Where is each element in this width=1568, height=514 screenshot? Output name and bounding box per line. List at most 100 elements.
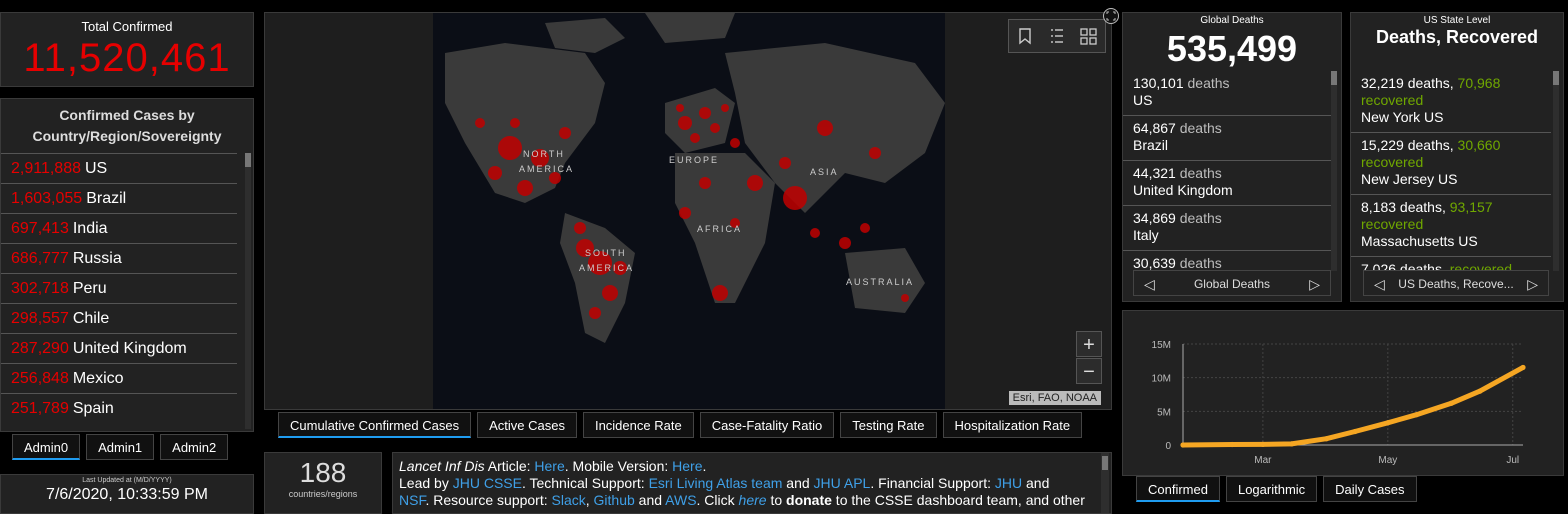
global-deaths-value: 535,499 (1166, 28, 1298, 69)
list-item[interactable]: 32,219 deaths, 70,968 recovered New York U… (1351, 71, 1551, 133)
chevron-left-icon[interactable]: ◁ (1144, 271, 1155, 297)
y-tick-label: 10M (1152, 374, 1171, 385)
data-point (1520, 364, 1526, 371)
map-label-na2: AMERICA (519, 164, 575, 174)
us-deaths-label: US State Level (1423, 15, 1491, 26)
list-item[interactable]: 130,101 deaths US (1123, 71, 1331, 116)
zoom-out-button[interactable]: − (1076, 358, 1102, 384)
tab-case-fatality-ratio[interactable]: Case-Fatality Ratio (699, 412, 835, 438)
us-deaths-panel: US State Level Deaths, Recovered 32,219 … (1350, 12, 1564, 302)
info-scrollbar[interactable] (1101, 453, 1109, 513)
nsf-link[interactable]: NSF (399, 492, 425, 508)
mobile-version-link[interactable]: Here (672, 458, 702, 474)
country-list-scrollbar[interactable] (245, 153, 251, 429)
jhu-apl-link[interactable]: JHU APL (814, 475, 871, 491)
list-item[interactable]: 34,869 deaths Italy (1123, 206, 1331, 251)
tab-active-cases[interactable]: Active Cases (477, 412, 577, 438)
tab-confirmed[interactable]: Confirmed (1136, 476, 1220, 502)
tab-daily-cases[interactable]: Daily Cases (1323, 476, 1417, 502)
global-deaths-pager-label: Global Deaths (1193, 277, 1271, 291)
list-item[interactable]: 256,848 Mexico (1, 363, 237, 393)
chevron-right-icon[interactable]: ▷ (1527, 271, 1538, 297)
zoom-in-button[interactable]: + (1076, 331, 1102, 357)
tab-hospitalization-rate[interactable]: Hospitalization Rate (942, 412, 1083, 438)
world-map[interactable]: NORTH AMERICA EUROPE ASIA AFRICA SOUTH A… (264, 12, 1112, 410)
list-item[interactable]: 298,557 Chile (1, 303, 237, 333)
fullscreen-icon[interactable] (1102, 7, 1120, 25)
aws-link[interactable]: AWS (665, 492, 696, 508)
regions-count-panel: 188 countries/regions (264, 452, 382, 514)
regions-count-label: countries/regions (288, 489, 358, 499)
list-item[interactable]: 15,229 deaths, 30,660 recovered New Jersey… (1351, 133, 1551, 195)
total-confirmed-panel: Total Confirmed 11,520,461 (0, 12, 254, 87)
bookmark-icon[interactable] (1019, 28, 1031, 45)
scrollbar-thumb[interactable] (1331, 71, 1337, 85)
scrollbar-thumb[interactable] (245, 153, 251, 167)
data-point (1477, 388, 1483, 394)
country-list-panel: Confirmed Cases by Country/Region/Sovere… (0, 98, 254, 432)
tab-logarithmic[interactable]: Logarithmic (1225, 476, 1318, 502)
y-tick-label: 0 (1165, 441, 1171, 452)
list-icon[interactable] (1051, 29, 1063, 43)
chevron-left-icon[interactable]: ◁ (1374, 271, 1385, 297)
data-point (1413, 412, 1420, 418)
confirmed-chart[interactable]: 0 5M 10M 15M Mar May Jul (1123, 311, 1565, 477)
list-item[interactable]: 287,290 United Kingdom (1, 333, 237, 363)
data-point (1323, 436, 1329, 442)
tab-admin2[interactable]: Admin2 (160, 434, 229, 460)
list-item[interactable]: 44,321 deaths United Kingdom (1123, 161, 1331, 206)
jhu-csse-link[interactable]: JHU CSSE (453, 475, 522, 491)
info-line-2: Lead by JHU CSSE. Technical Support: Esr… (399, 475, 1050, 491)
map-tabs: Cumulative Confirmed Cases Active Cases … (278, 412, 1083, 438)
us-deaths-pager: ◁ US Deaths, Recove... ▷ (1363, 270, 1549, 296)
last-updated-panel: Last Updated at (M/D/YYYY) 7/6/2020, 10:… (0, 474, 254, 514)
confirmed-chart-panel: 0 5M 10M 15M Mar May Jul (1122, 310, 1564, 476)
scrollbar-thumb[interactable] (1553, 71, 1559, 85)
data-point (1229, 441, 1235, 448)
us-deaths-scrollbar[interactable] (1553, 71, 1559, 271)
map-label-australia: AUSTRALIA (846, 277, 915, 287)
tab-admin0[interactable]: Admin0 (12, 434, 81, 460)
map-toolbar-icons (1019, 28, 1097, 45)
list-item[interactable]: 1,603,055 Brazil (1, 183, 237, 213)
tab-admin1[interactable]: Admin1 (86, 434, 155, 460)
map-canvas[interactable] (265, 13, 1112, 410)
list-item[interactable]: 697,413 India (1, 213, 237, 243)
list-item[interactable]: 7,026 deaths, recovered (1351, 257, 1551, 271)
data-point (1385, 420, 1391, 426)
map-toolbar (1008, 19, 1106, 53)
y-tick-label: 5M (1157, 407, 1171, 418)
admin-tabs: Admin0 Admin1 Admin2 (12, 434, 229, 460)
info-line-3: NSF. Resource support: Slack, Github and… (399, 492, 1085, 508)
jhu-link[interactable]: JHU (995, 475, 1022, 491)
country-list-header: Confirmed Cases by Country/Region/Sovere… (32, 107, 222, 144)
chevron-right-icon[interactable]: ▷ (1309, 271, 1320, 297)
y-tick-label: 15M (1152, 340, 1171, 351)
list-item[interactable]: 302,718 Peru (1, 273, 237, 303)
scrollbar-thumb[interactable] (1102, 456, 1108, 470)
global-deaths-list: 130,101 deaths US 64,867 deaths Brazil 44,… (1123, 71, 1331, 271)
us-deaths-list: 32,219 deaths, 70,968 recovered New York U… (1351, 71, 1551, 271)
series-line-confirmed (1180, 364, 1526, 448)
us-deaths-pager-label: US Deaths, Recove... (1398, 277, 1514, 291)
list-item[interactable]: 8,183 deaths, 93,157 recovered Massachuset… (1351, 195, 1551, 257)
list-item[interactable]: 686,777 Russia (1, 243, 237, 273)
global-deaths-scrollbar[interactable] (1331, 71, 1337, 271)
basemap-gallery-icon[interactable] (1080, 28, 1097, 45)
list-item[interactable]: 64,867 deaths Brazil (1123, 116, 1331, 161)
github-link[interactable]: Github (594, 492, 635, 508)
last-updated-label: Last Updated at (M/D/YYYY) (82, 477, 172, 484)
esri-link[interactable]: Esri Living Atlas team (649, 475, 783, 491)
global-deaths-panel: Global Deaths 535,499 130,101 deaths US 6… (1122, 12, 1342, 302)
slack-link[interactable]: Slack (552, 492, 586, 508)
list-item[interactable]: 2,911,888 US (1, 153, 237, 183)
tab-incidence-rate[interactable]: Incidence Rate (582, 412, 694, 438)
article-link[interactable]: Here (534, 458, 564, 474)
tab-testing-rate[interactable]: Testing Rate (840, 412, 937, 438)
map-label-sa2: AMERICA (579, 263, 635, 273)
tab-cumulative-confirmed[interactable]: Cumulative Confirmed Cases (278, 412, 472, 438)
list-item[interactable]: 251,789 Spain (1, 393, 237, 423)
data-point (1180, 442, 1186, 448)
here-link[interactable]: here (739, 492, 767, 508)
list-item[interactable]: 30,639 deaths (1123, 251, 1331, 271)
